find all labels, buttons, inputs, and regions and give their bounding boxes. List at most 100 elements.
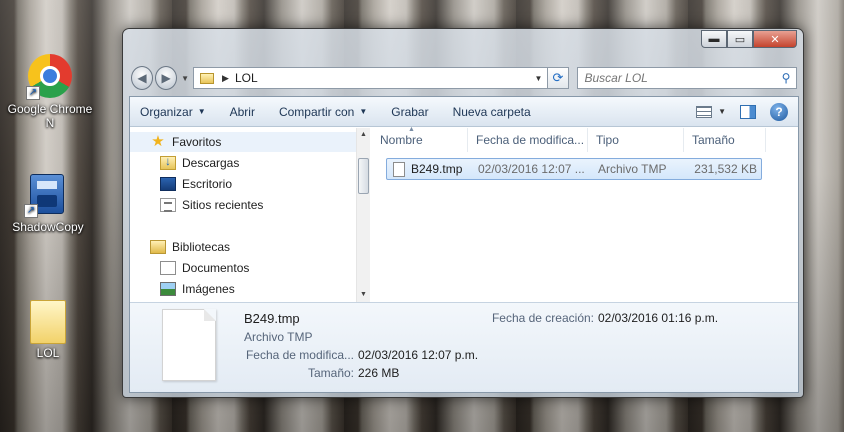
file-row[interactable]: B249.tmp 02/03/2016 12:07 ... Archivo TM…: [386, 158, 762, 180]
downloads-folder-icon: [160, 154, 176, 170]
shadowcopy-icon: ↗: [24, 170, 72, 218]
column-label: Nombre: [380, 133, 423, 147]
recent-places-icon: [160, 198, 176, 212]
back-button[interactable]: ◀: [131, 66, 154, 90]
nav-item-label: Bibliotecas: [172, 240, 231, 254]
details-size-value: 226 MB: [358, 366, 400, 380]
column-label: Tipo: [596, 133, 619, 147]
nav-scrollbar[interactable]: ▲ ▼: [356, 128, 370, 302]
nav-item-label: Documentos: [182, 261, 250, 275]
maximize-button[interactable]: ▭: [727, 30, 753, 48]
caption-buttons: ▬ ▭ ✕: [701, 30, 797, 48]
scroll-up-icon[interactable]: ▲: [357, 128, 370, 142]
desktop-icon: [160, 177, 176, 191]
close-button[interactable]: ✕: [753, 30, 797, 48]
preview-pane-icon[interactable]: [740, 104, 756, 119]
burn-button[interactable]: Grabar: [391, 105, 428, 119]
navigation-pane: ★ Favoritos Descargas Escritorio Sitios …: [130, 128, 370, 302]
share-label: Compartir con: [278, 104, 355, 119]
file-name: B249.tmp: [411, 162, 463, 176]
nav-item-label: Imágenes: [182, 282, 235, 296]
nav-item-recent-places[interactable]: Sitios recientes: [160, 195, 263, 215]
open-button[interactable]: Abrir: [230, 105, 255, 119]
nav-item-images[interactable]: Imágenes: [160, 279, 235, 299]
desktop-icon-label: LOL: [36, 346, 60, 360]
file-thumbnail-icon: [162, 309, 216, 381]
details-size-label: Tamaño:: [307, 366, 354, 380]
organize-button[interactable]: Organizar ▼: [140, 105, 206, 119]
view-dropdown-icon[interactable]: ▼: [718, 107, 726, 116]
explorer-window: ▬ ▭ ✕ ◀ ▶ ▼ ▶ LOL ▼ ⟳ ⚲ Organizar ▼ Abri…: [122, 28, 804, 398]
scroll-down-icon[interactable]: ▼: [357, 288, 370, 302]
address-dropdown-icon[interactable]: ▼: [531, 74, 547, 83]
open-label: Abrir: [229, 104, 255, 119]
recent-pages-dropdown[interactable]: ▼: [181, 74, 189, 83]
chrome-icon: ↗: [26, 52, 74, 100]
nav-item-label: Escritorio: [182, 177, 233, 191]
minimize-button[interactable]: ▬: [701, 30, 727, 48]
chevron-down-icon: ▼: [359, 107, 368, 116]
details-pane: B249.tmp Archivo TMP Fecha de modifica..…: [130, 302, 798, 392]
help-icon[interactable]: ?: [770, 102, 788, 121]
details-file-type: Archivo TMP: [244, 330, 313, 344]
command-bar: Organizar ▼ Abrir Compartir con ▼ Grabar…: [130, 97, 798, 127]
nav-item-libraries[interactable]: Bibliotecas: [150, 237, 230, 257]
column-header-type[interactable]: Tipo: [588, 128, 684, 152]
documents-icon: [160, 261, 176, 275]
toolbar-right: ▼ ?: [696, 102, 798, 121]
scrollbar-thumb[interactable]: [358, 158, 369, 194]
new-folder-button[interactable]: Nueva carpeta: [453, 105, 531, 119]
details-modified-value: 02/03/2016 12:07 p.m.: [358, 348, 479, 362]
star-icon: ★: [151, 133, 165, 150]
share-button[interactable]: Compartir con ▼: [279, 105, 367, 119]
nav-item-favorites[interactable]: ★ Favoritos: [130, 132, 356, 152]
address-bar[interactable]: ▶ LOL ▼: [193, 67, 548, 89]
search-icon[interactable]: ⚲: [776, 71, 796, 85]
breadcrumb-folder[interactable]: LOL: [235, 71, 531, 85]
nav-item-desktop[interactable]: Escritorio: [160, 174, 232, 194]
file-type: Archivo TMP: [598, 162, 667, 176]
column-header-modified[interactable]: Fecha de modifica...: [468, 128, 588, 152]
organize-label: Organizar: [140, 104, 193, 119]
chevron-down-icon: ▼: [197, 107, 206, 116]
details-modified-label: Fecha de modifica...: [245, 348, 354, 362]
desktop-icon-shadowcopy[interactable]: ↗ ShadowCopy: [0, 170, 96, 234]
explorer-body: Organizar ▼ Abrir Compartir con ▼ Grabar…: [129, 96, 799, 393]
folder-icon: [24, 296, 72, 344]
refresh-button[interactable]: ⟳: [547, 67, 570, 89]
file-icon: [393, 161, 405, 177]
desktop-icon-lol[interactable]: LOL: [0, 296, 96, 360]
column-header-name[interactable]: ▲ Nombre: [372, 126, 468, 152]
burn-label: Grabar: [391, 104, 429, 119]
folder-icon: [200, 72, 215, 84]
column-header-size[interactable]: Tamaño: [684, 128, 766, 152]
file-list: ▲ Nombre Fecha de modifica... Tipo Tamañ…: [372, 126, 798, 302]
desktop-icon-label: Google Chrome N: [7, 102, 93, 130]
back-arrow-icon: ◀: [137, 71, 147, 85]
new-folder-label: Nueva carpeta: [452, 104, 531, 119]
column-label: Fecha de modifica...: [476, 133, 585, 147]
sort-ascending-icon: ▲: [408, 126, 415, 133]
breadcrumb-chevron-icon[interactable]: ▶: [222, 73, 229, 84]
nav-item-documents[interactable]: Documentos: [160, 258, 249, 278]
refresh-icon: ⟳: [552, 70, 564, 85]
nav-item-label: Favoritos: [172, 135, 222, 149]
forward-arrow-icon: ▶: [161, 71, 171, 85]
details-file-name: B249.tmp: [244, 311, 300, 326]
file-size: 231,532 KB: [694, 162, 757, 176]
forward-button[interactable]: ▶: [155, 66, 178, 90]
desktop-icon-label: ShadowCopy: [12, 220, 84, 234]
libraries-icon: [150, 240, 166, 254]
nav-item-label: Descargas: [182, 156, 240, 170]
nav-item-label: Sitios recientes: [182, 198, 264, 212]
column-label: Tamaño: [692, 133, 735, 147]
nav-item-downloads[interactable]: Descargas: [160, 153, 239, 173]
details-created-value: 02/03/2016 01:16 p.m.: [598, 311, 719, 325]
search-input[interactable]: [584, 71, 777, 85]
images-icon: [160, 282, 176, 296]
search-box: ⚲: [577, 67, 798, 89]
navigation-bar: ◀ ▶ ▼ ▶ LOL ▼ ⟳ ⚲: [131, 65, 798, 91]
view-options-icon[interactable]: [696, 105, 713, 118]
details-created-label: Fecha de creación:: [491, 311, 594, 325]
desktop-icon-chrome[interactable]: ↗ Google Chrome N: [2, 52, 98, 130]
